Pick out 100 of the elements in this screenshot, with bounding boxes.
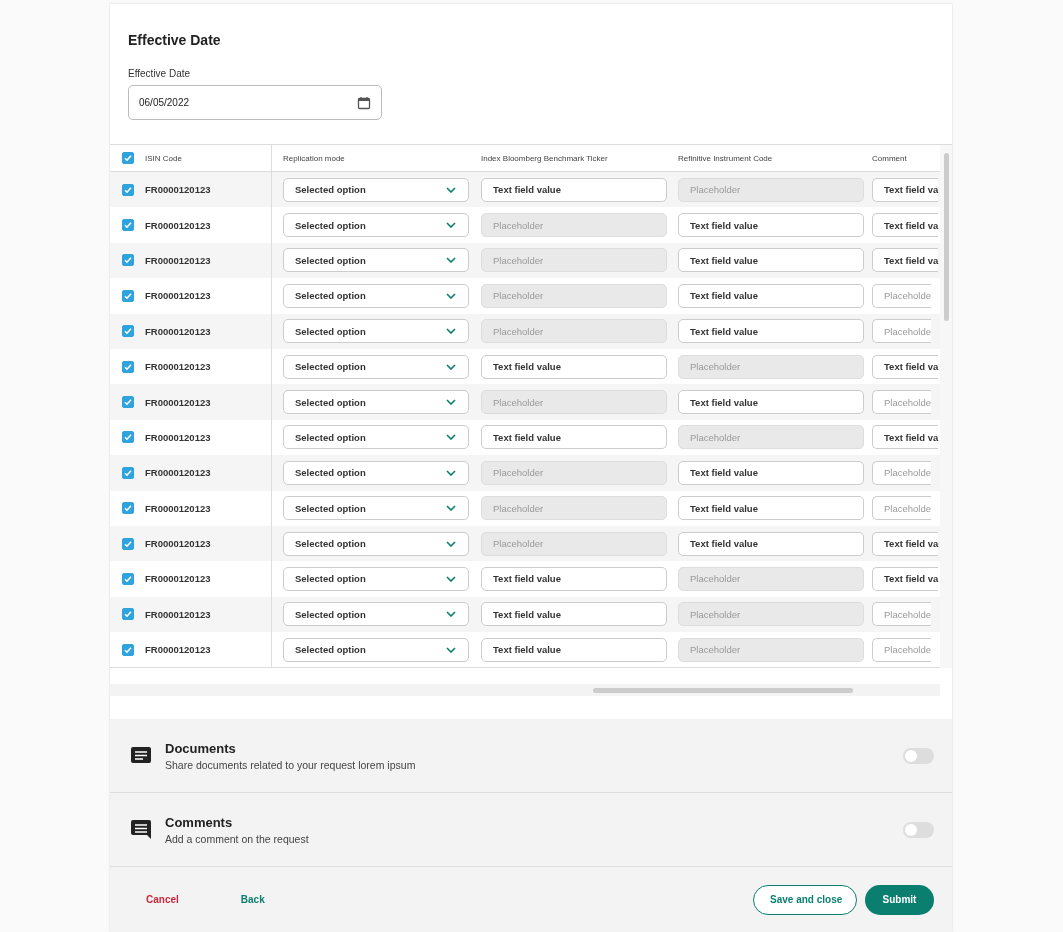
checkbox[interactable] (122, 537, 134, 550)
chevron-down-icon (446, 257, 456, 264)
text-field[interactable]: Text field value (678, 319, 864, 344)
text-field: Placeholder (481, 531, 667, 556)
checkbox[interactable] (122, 431, 134, 444)
text-field: Placeholder (481, 496, 667, 521)
back-button[interactable]: Back (228, 890, 277, 910)
cancel-button[interactable]: Cancel (134, 890, 191, 910)
column-header: ISIN Code (145, 153, 182, 163)
text-field[interactable]: Text field value (481, 177, 667, 202)
table-cell: FR0000120123 (145, 361, 211, 373)
panel-description: Add a comment on the request (165, 832, 310, 845)
toggle-switch[interactable] (903, 821, 934, 838)
calendar-icon (357, 95, 371, 110)
dropdown[interactable]: Selected option (283, 496, 469, 521)
checkbox[interactable] (122, 608, 134, 621)
table-cell: FR0000120123 (145, 608, 211, 620)
submit-button[interactable]: Submit (865, 884, 934, 915)
chevron-down-icon (446, 505, 456, 512)
table-cell: FR0000120123 (145, 538, 211, 550)
text-field: Placeholder (481, 248, 667, 273)
chevron-down-icon (446, 328, 456, 335)
table-cell: FR0000120123 (145, 184, 211, 196)
checkbox[interactable] (122, 289, 134, 302)
text-field: Placeholder (678, 567, 864, 591)
text-field[interactable]: Text field value (481, 354, 667, 379)
text-field[interactable]: Text field value (678, 531, 864, 556)
checkbox[interactable] (122, 152, 134, 164)
toggle-switch[interactable] (903, 747, 934, 764)
chevron-down-icon (446, 363, 456, 370)
table-cell: FR0000120123 (145, 290, 211, 302)
table-cell: FR0000120123 (145, 502, 211, 514)
text-field[interactable]: Text field value (481, 637, 667, 662)
dropdown[interactable]: Selected option (283, 319, 469, 344)
dropdown[interactable]: Selected option (283, 354, 469, 379)
chevron-down-icon (446, 292, 456, 299)
checkbox[interactable] (122, 254, 134, 267)
scrollbar-thumb[interactable] (943, 153, 949, 321)
chevron-down-icon (446, 399, 456, 406)
text-field[interactable]: Text field value (678, 248, 864, 273)
text-field[interactable]: Text field va (872, 567, 939, 591)
table-cell: FR0000120123 (145, 467, 211, 479)
dropdown[interactable]: Selected option (283, 602, 469, 627)
checkbox[interactable] (122, 219, 134, 232)
text-field[interactable]: Text field va (872, 248, 939, 273)
chevron-down-icon (446, 611, 456, 618)
dropdown[interactable]: Selected option (283, 460, 469, 485)
panel-title: Documents (165, 740, 237, 756)
text-field[interactable]: Text field value (678, 213, 864, 238)
text-field: Placeholder (481, 460, 667, 485)
checkbox[interactable] (122, 573, 134, 585)
dropdown[interactable]: Selected option (283, 213, 469, 238)
checkbox[interactable] (122, 643, 134, 656)
dropdown[interactable]: Selected option (283, 637, 469, 662)
dropdown[interactable]: Selected option (283, 531, 469, 556)
chevron-down-icon (446, 186, 456, 193)
text-field: Placeholder (678, 177, 864, 202)
column-header: Replication mode (283, 153, 345, 163)
date-field[interactable]: 06/05/2022 (128, 85, 382, 120)
dropdown[interactable]: Selected option (283, 248, 469, 273)
text-field: Placeholder (678, 602, 864, 627)
dropdown[interactable]: Selected option (283, 567, 469, 591)
text-field: Placeholder (481, 213, 667, 238)
text-field: Placeholder (678, 425, 864, 450)
panel-description: Share documents related to your request lorem ipsum (165, 758, 417, 771)
chevron-down-icon (446, 469, 456, 476)
dropdown[interactable]: Selected option (283, 283, 469, 308)
table-cell: FR0000120123 (145, 254, 211, 266)
column-header: Index Bloomberg Benchmark Ticker (481, 153, 608, 163)
text-field[interactable]: Text field va (872, 531, 939, 556)
table-cell: FR0000120123 (145, 325, 211, 337)
checkbox[interactable] (122, 502, 134, 515)
checkbox[interactable] (122, 396, 134, 409)
text-field[interactable]: Text field value (481, 602, 667, 627)
table-cell: FR0000120123 (145, 396, 211, 408)
save-and-close-button[interactable]: Save and close (753, 884, 857, 915)
checkbox[interactable] (122, 360, 134, 373)
text-field[interactable]: Text field va (872, 213, 939, 238)
checkbox[interactable] (122, 466, 134, 479)
text-field[interactable]: Text field value (678, 460, 864, 485)
text-field[interactable]: Text field va (872, 354, 939, 379)
checkbox[interactable] (122, 325, 134, 338)
field-label: Effective Date (128, 68, 192, 79)
dropdown[interactable]: Selected option (283, 390, 469, 415)
checkbox[interactable] (122, 183, 134, 196)
chevron-down-icon (446, 222, 456, 229)
text-field[interactable]: Text field value (481, 567, 667, 591)
table-cell: FR0000120123 (145, 644, 211, 656)
comment-icon (130, 818, 152, 841)
text-field[interactable]: Text field value (678, 390, 864, 415)
chevron-down-icon (446, 576, 456, 582)
text-field: Placeholder (481, 390, 667, 415)
text-field[interactable]: Text field value (678, 283, 864, 308)
text-field[interactable]: Text field value (481, 425, 667, 450)
dropdown[interactable]: Selected option (283, 425, 469, 450)
text-field[interactable]: Text field va (872, 425, 939, 450)
dropdown[interactable]: Selected option (283, 177, 469, 202)
text-field[interactable]: Text field value (678, 496, 864, 521)
text-field[interactable]: Text field va (872, 177, 939, 202)
scrollbar-thumb[interactable] (593, 687, 853, 693)
